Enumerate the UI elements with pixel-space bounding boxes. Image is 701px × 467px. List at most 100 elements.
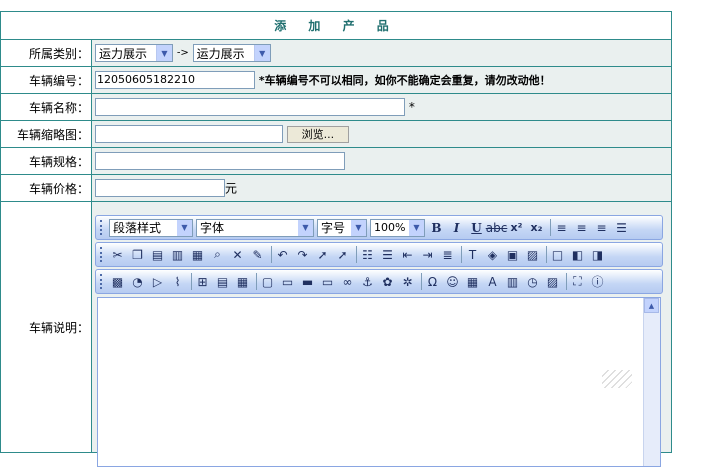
paste-icon[interactable]: ▤ — [149, 246, 166, 263]
form-icon[interactable]: ▭ — [319, 273, 336, 290]
grid-icon[interactable]: ▦ — [234, 273, 251, 290]
zoom-value: 100% — [374, 221, 406, 234]
select-icon[interactable]: ➚ — [314, 246, 331, 263]
scroll-up-icon[interactable]: ▲ — [644, 298, 659, 313]
attachment-icon[interactable]: ⌇ — [169, 273, 186, 290]
italic-icon[interactable]: I — [448, 219, 465, 236]
align-left-icon[interactable]: ≡ — [553, 219, 570, 236]
chevron-down-icon: ▼ — [253, 45, 270, 61]
special-char-icon[interactable]: Ω — [424, 273, 441, 290]
toolbar-grip[interactable] — [100, 274, 105, 289]
paste-word-icon[interactable]: ▦ — [189, 246, 206, 263]
superscript-icon[interactable]: x² — [508, 219, 525, 236]
category-select-primary-value: 运力展示 — [99, 46, 148, 61]
hr-icon[interactable]: ▭ — [279, 273, 296, 290]
font-icon[interactable]: A — [484, 273, 501, 290]
browse-button[interactable]: 浏览... — [286, 125, 349, 143]
select-all-icon[interactable]: ➚ — [334, 246, 351, 263]
excel-icon[interactable]: ▦ — [464, 273, 481, 290]
redo-icon[interactable]: ↷ — [294, 246, 311, 263]
map-icon[interactable]: ✿ — [379, 273, 396, 290]
chevron-down-icon: ▼ — [177, 219, 192, 236]
delete-icon[interactable]: ✕ — [229, 246, 246, 263]
thumbnail-label: 车辆缩略图： — [0, 120, 92, 148]
insert-media-icon[interactable]: ▷ — [149, 273, 166, 290]
fullscreen-icon[interactable]: ⛶ — [569, 273, 586, 290]
toolbar-separator — [566, 273, 567, 290]
preview-icon[interactable]: ▨ — [544, 273, 561, 290]
ordered-list-icon[interactable]: ☷ — [359, 246, 376, 263]
toolbar-separator — [271, 246, 272, 263]
category-select-secondary[interactable]: 运力展示 ▼ — [192, 44, 271, 62]
link-icon[interactable]: ∞ — [339, 273, 356, 290]
insert-row-icon[interactable]: ▤ — [214, 273, 231, 290]
font-size-select[interactable]: 字号 ▼ — [317, 218, 367, 237]
frame-icon[interactable]: ▢ — [259, 273, 276, 290]
paragraph-style-select[interactable]: 段落样式 ▼ — [109, 218, 193, 237]
chevron-down-icon: ▼ — [298, 219, 313, 236]
thumbnail-file-input[interactable] — [95, 125, 283, 143]
about-icon[interactable]: ⓘ — [589, 273, 606, 290]
unordered-list-icon[interactable]: ☰ — [379, 246, 396, 263]
toolbar-separator — [356, 246, 357, 263]
marquee-icon[interactable]: ▬ — [299, 273, 316, 290]
rich-text-editor: 段落样式 ▼ 字体 ▼ 字号 ▼ 100% ▼ B I U abc x² x₂ … — [95, 213, 663, 467]
paragraph-style-value: 段落样式 — [113, 221, 162, 235]
toolbar-separator — [191, 273, 192, 290]
strikethrough-icon[interactable]: abc — [486, 219, 508, 236]
unlink-icon[interactable]: ✲ — [399, 273, 416, 290]
clean-icon[interactable]: ✎ — [249, 246, 266, 263]
bold-icon[interactable]: B — [428, 219, 445, 236]
required-mark: * — [408, 100, 415, 114]
zoom-select[interactable]: 100% ▼ — [370, 218, 425, 237]
toolbar-separator — [550, 219, 551, 236]
vehicle-no-input[interactable]: 12050605182210 — [95, 71, 255, 89]
layer-icon[interactable]: ◧ — [569, 246, 586, 263]
editor-content-area[interactable]: ▲ — [97, 297, 661, 467]
bg-color-icon[interactable]: ◈ — [484, 246, 501, 263]
editor-scrollbar[interactable]: ▲ — [643, 298, 660, 466]
toolbar-separator — [256, 273, 257, 290]
find-icon[interactable]: ⌕ — [209, 246, 226, 263]
underline-icon[interactable]: U — [468, 219, 485, 236]
editor-toolbar-insert: ▩ ◔ ▷ ⌇ ⊞ ▤ ▦ ▢ ▭ ▬ ▭ ∞ ⚓ ✿ ✲ Ω ☺ ▦ A ▥ … — [95, 269, 663, 294]
font-select[interactable]: 字体 ▼ — [196, 218, 314, 237]
emoticon-icon[interactable]: ☺ — [444, 273, 461, 290]
toolbar-separator — [461, 246, 462, 263]
category-select-primary[interactable]: 运力展示 ▼ — [95, 44, 173, 62]
justify-icon[interactable]: ☰ — [613, 219, 630, 236]
align-center-icon[interactable]: ≡ — [573, 219, 590, 236]
cut-icon[interactable]: ✂ — [109, 246, 126, 263]
block-icon[interactable]: ≣ — [439, 246, 456, 263]
flash-icon[interactable]: □ — [549, 246, 566, 263]
vehicle-no-label: 车辆编号： — [0, 66, 92, 94]
insert-flash-icon[interactable]: ◔ — [129, 273, 146, 290]
subscript-icon[interactable]: x₂ — [528, 219, 545, 236]
outdent-icon[interactable]: ⇤ — [399, 246, 416, 263]
date-icon[interactable]: ▥ — [504, 273, 521, 290]
insert-image-icon[interactable]: ▩ — [109, 273, 126, 290]
form-title: 添 加 产 品 — [0, 11, 672, 40]
spec-input[interactable] — [95, 152, 345, 170]
category-label: 所属类别： — [0, 39, 92, 67]
table-icon[interactable]: ▣ — [504, 246, 521, 263]
vehicle-name-label: 车辆名称： — [0, 93, 92, 121]
vehicle-name-input[interactable] — [95, 98, 405, 116]
chevron-down-icon: ▼ — [409, 219, 424, 236]
align-right-icon[interactable]: ≡ — [593, 219, 610, 236]
time-icon[interactable]: ◷ — [524, 273, 541, 290]
price-input[interactable] — [95, 179, 225, 197]
toolbar-separator — [546, 246, 547, 263]
undo-icon[interactable]: ↶ — [274, 246, 291, 263]
toolbar-grip[interactable] — [100, 220, 105, 235]
chevron-down-icon: ▼ — [351, 219, 366, 236]
insert-table-icon[interactable]: ⊞ — [194, 273, 211, 290]
layer-copy-icon[interactable]: ◨ — [589, 246, 606, 263]
font-color-icon[interactable]: T — [464, 246, 481, 263]
indent-icon[interactable]: ⇥ — [419, 246, 436, 263]
paste-text-icon[interactable]: ▥ — [169, 246, 186, 263]
toolbar-grip[interactable] — [100, 247, 105, 262]
copy-icon[interactable]: ❐ — [129, 246, 146, 263]
anchor-icon[interactable]: ⚓ — [359, 273, 376, 290]
image-icon[interactable]: ▨ — [524, 246, 541, 263]
